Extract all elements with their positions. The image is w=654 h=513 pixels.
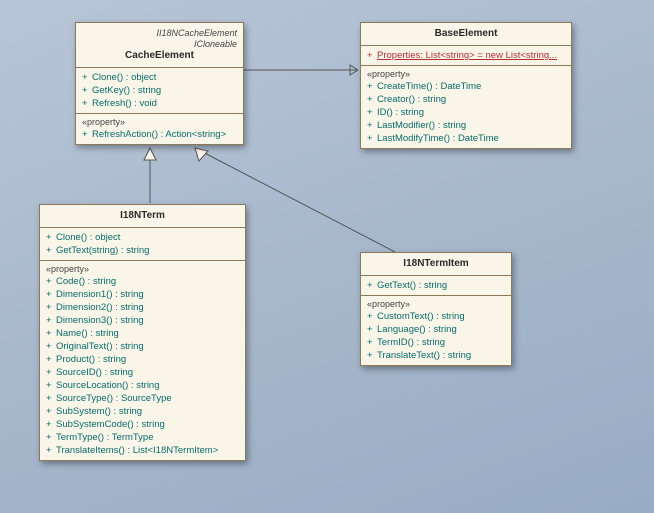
class-i18ntermitem[interactable]: I18NTermItem +GetText() : string «proper… — [360, 252, 512, 366]
property: +SubSystemCode() : string — [46, 418, 239, 431]
property: +RefreshAction() : Action<string> — [82, 128, 237, 141]
property: +CreateTime() : DateTime — [367, 80, 565, 93]
class-name: I18NTermItem — [403, 258, 468, 269]
class-name: I18NTerm — [120, 210, 165, 221]
property: +Dimension2() : string — [46, 301, 239, 314]
class-i18nterm[interactable]: I18NTerm +Clone() : object +GetText(stri… — [39, 204, 246, 461]
class-title: I18NTermItem — [361, 253, 511, 275]
property: +Creator() : string — [367, 93, 565, 106]
class-base-element[interactable]: BaseElement +Properties: List<string> = … — [360, 22, 572, 149]
property-stereotype: «property» — [46, 264, 239, 275]
property: +CustomText() : string — [367, 310, 505, 323]
class-title: I18NTerm — [40, 205, 245, 227]
property: +TranslateItems() : List<I18NTermItem> — [46, 444, 239, 457]
property: +Code() : string — [46, 275, 239, 288]
properties-section: «property» +RefreshAction() : Action<str… — [76, 113, 243, 144]
attributes-section: +Properties: List<string> = new List<str… — [361, 45, 571, 65]
property: +SubSystem() : string — [46, 405, 239, 418]
attribute: +Properties: List<string> = new List<str… — [367, 49, 565, 62]
operation: +Refresh() : void — [82, 97, 237, 110]
property: +SourceLocation() : string — [46, 379, 239, 392]
properties-section: «property» +Code() : string +Dimension1(… — [40, 260, 245, 460]
operation: +GetText() : string — [367, 279, 505, 292]
property: +SourceType() : SourceType — [46, 392, 239, 405]
properties-section: «property» +CustomText() : string +Langu… — [361, 295, 511, 365]
stereotype: II18NCacheElement — [82, 28, 237, 39]
operation: +Clone() : object — [82, 71, 237, 84]
property: +TermID() : string — [367, 336, 505, 349]
arrowhead-tri-2 — [195, 148, 208, 161]
property-stereotype: «property» — [367, 299, 505, 310]
property: +LastModifyTime() : DateTime — [367, 132, 565, 145]
class-cache-element[interactable]: II18NCacheElement ICloneable CacheElemen… — [75, 22, 244, 145]
property: +Product() : string — [46, 353, 239, 366]
operations-section: +Clone() : object +GetText(string) : str… — [40, 227, 245, 260]
property: +Name() : string — [46, 327, 239, 340]
operation: +GetText(string) : string — [46, 244, 239, 257]
property: +SourceID() : string — [46, 366, 239, 379]
stereotype: ICloneable — [82, 39, 237, 50]
operations-section: +GetText() : string — [361, 275, 511, 295]
arrowhead-tri-1 — [144, 148, 156, 160]
properties-section: «property» +CreateTime() : DateTime +Cre… — [361, 65, 571, 148]
operations-section: +Clone() : object +GetKey() : string +Re… — [76, 67, 243, 113]
property: +Language() : string — [367, 323, 505, 336]
class-name: BaseElement — [435, 28, 498, 39]
property-stereotype: «property» — [367, 69, 565, 80]
property-stereotype: «property» — [82, 117, 237, 128]
operation: +Clone() : object — [46, 231, 239, 244]
class-title: II18NCacheElement ICloneable CacheElemen… — [76, 23, 243, 67]
property: +Dimension3() : string — [46, 314, 239, 327]
class-title: BaseElement — [361, 23, 571, 45]
arrowhead-open — [350, 65, 358, 75]
property: +Dimension1() : string — [46, 288, 239, 301]
property: +OriginalText() : string — [46, 340, 239, 353]
property: +LastModifier() : string — [367, 119, 565, 132]
class-name: CacheElement — [125, 50, 194, 61]
diagram-canvas: II18NCacheElement ICloneable CacheElemen… — [0, 0, 654, 513]
property: +TermType() : TermType — [46, 431, 239, 444]
property: +TranslateText() : string — [367, 349, 505, 362]
operation: +GetKey() : string — [82, 84, 237, 97]
property: +ID() : string — [367, 106, 565, 119]
